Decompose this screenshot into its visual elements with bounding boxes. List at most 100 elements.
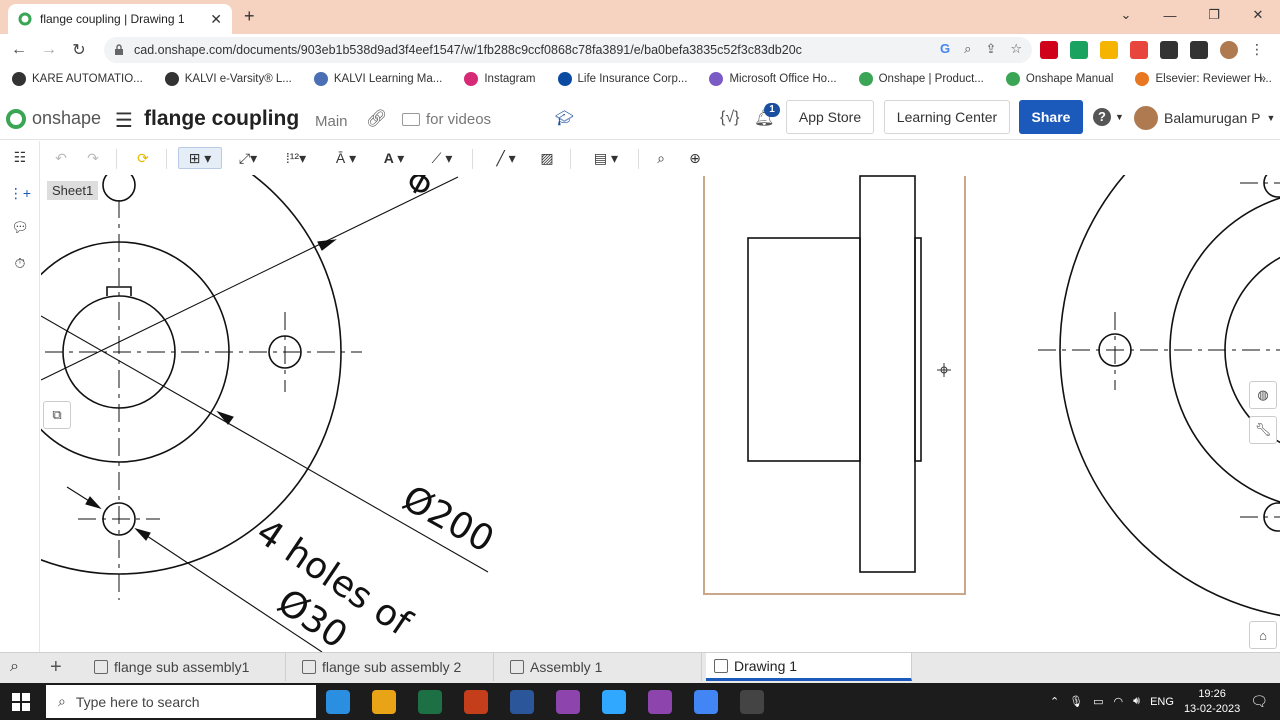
section-view-icon[interactable]: ⤢▾ [230, 147, 266, 169]
taskbar-app-icon[interactable] [556, 690, 580, 714]
bookmark-item[interactable]: Microsoft Office Ho... [709, 72, 837, 86]
redo-icon[interactable]: ↷ [82, 147, 104, 169]
minimize-icon[interactable]: — [1148, 8, 1192, 23]
clock[interactable]: 19:26 13-02-2023 [1184, 687, 1240, 717]
wifi-icon[interactable]: ◠ [1114, 695, 1124, 708]
tab-flange-sub-assembly1[interactable]: flange sub assembly1 [86, 653, 286, 681]
taskbar-app-icon[interactable] [694, 690, 718, 714]
new-tab-icon[interactable]: + [244, 6, 255, 27]
bookmark-item[interactable]: Onshape Manual [1005, 72, 1114, 86]
history-icon[interactable]: ⏱︎ [10, 253, 30, 273]
measure-icon[interactable]: ⌂ [1249, 621, 1277, 649]
extension-icon[interactable] [1040, 41, 1058, 59]
wrench-icon[interactable]: 🔧︎ [1249, 416, 1277, 444]
onshape-logo[interactable]: onshape [6, 108, 101, 129]
zoom-to-fit-icon[interactable]: ⌕ [650, 147, 672, 169]
grammarly-icon[interactable] [1070, 41, 1088, 59]
windows-start-icon[interactable] [12, 693, 30, 711]
text-icon[interactable]: A ▾ [376, 147, 412, 169]
appearance-icon[interactable]: ◍ [1249, 381, 1277, 409]
user-menu[interactable]: Balamurugan P ▼ [1134, 106, 1275, 130]
feature-list-icon[interactable]: ☷ [10, 147, 30, 167]
bookmark-item[interactable]: KALVI Learning Ma... [313, 72, 442, 86]
help-icon[interactable]: ? [1093, 108, 1111, 126]
app-store-button[interactable]: App Store [786, 100, 874, 134]
reload-icon[interactable]: ↻ [64, 40, 94, 60]
drawing-canvas[interactable]: Ø200 4 holes of Ø30 Φ [41, 175, 1280, 652]
add-tool-icon[interactable]: ⋮+ [9, 183, 31, 203]
forward-icon[interactable]: → [34, 41, 64, 59]
folder-link[interactable]: for videos [402, 111, 491, 128]
drive-icon[interactable] [1100, 41, 1118, 59]
close-window-icon[interactable]: ✕ [1236, 7, 1280, 23]
language-indicator[interactable]: ENG [1150, 696, 1174, 708]
taskbar-app-icon[interactable] [648, 690, 672, 714]
hatch-icon[interactable]: ▨ [536, 147, 558, 169]
battery-icon[interactable]: ▭ [1093, 695, 1103, 708]
learning-hat-icon[interactable]: 🎓︎ [555, 109, 574, 127]
extension-icon[interactable] [1130, 41, 1148, 59]
taskbar-app-icon[interactable] [602, 690, 626, 714]
back-icon[interactable]: ← [4, 41, 34, 59]
bookmark-item[interactable]: KARE AUTOMATIO... [12, 72, 143, 86]
variables-icon[interactable]: {√} [720, 109, 739, 127]
puzzle-icon[interactable] [1160, 41, 1178, 59]
left-rail: ☷ ⋮+ 💬︎ ⏱︎ ⌕ [0, 141, 40, 683]
add-tab-icon[interactable]: + [50, 656, 62, 679]
undo-icon[interactable]: ↶ [50, 147, 72, 169]
browser-tab-title: flange coupling | Drawing 1 [40, 12, 185, 26]
url-field[interactable]: cad.onshape.com/documents/903eb1b538d9ad… [104, 37, 1032, 63]
taskbar-app-icon[interactable] [372, 690, 396, 714]
zoom-window-icon[interactable]: ⊕ [684, 147, 706, 169]
sheet-tab[interactable]: Sheet1 [47, 181, 99, 200]
bookmark-item[interactable]: Instagram [464, 72, 536, 86]
link-icon[interactable]: 🔗︎ [366, 109, 388, 129]
bookmark-item[interactable]: Elsevier: Reviewer H... [1135, 72, 1272, 86]
bookmark-item[interactable]: KALVI e-Varsity® L... [164, 72, 292, 86]
bookmark-item[interactable]: Life Insurance Corp... [557, 72, 687, 86]
learning-center-button[interactable]: Learning Center [884, 100, 1010, 134]
google-icon[interactable]: G [940, 41, 950, 57]
tray-overflow-icon[interactable]: ⌃ [1050, 695, 1059, 708]
tab-drawing-1[interactable]: Drawing 1 [706, 653, 912, 681]
chevron-down-icon[interactable]: ⌄ [1104, 7, 1148, 23]
taskbar-app-icon[interactable] [418, 690, 442, 714]
share-page-icon[interactable]: ⇪ [985, 41, 996, 57]
dxf-export-icon[interactable]: ▤ ▾ [586, 147, 626, 169]
sidepanel-icon[interactable] [1190, 41, 1208, 59]
hamburger-menu-icon[interactable]: ☰ [115, 108, 133, 133]
centerline-icon[interactable]: ⟋ ▾ [422, 147, 462, 169]
tab-flange-sub-assembly-2[interactable]: flange sub assembly 2 [294, 653, 494, 681]
update-icon[interactable]: ⟳ [132, 147, 154, 169]
browser-tab[interactable]: flange coupling | Drawing 1 ✕ [8, 4, 232, 34]
taskbar-app-icon[interactable] [510, 690, 534, 714]
dimension-icon[interactable]: ⁞¹²▾ [276, 147, 316, 169]
comments-icon[interactable]: 💬︎ [10, 217, 30, 237]
branch-label[interactable]: Main [315, 113, 348, 130]
help-dropdown-icon[interactable]: ▼ [1115, 112, 1124, 122]
share-button[interactable]: Share [1019, 100, 1083, 134]
bookmark-star-icon[interactable]: ☆ [1010, 41, 1022, 57]
close-tab-icon[interactable]: ✕ [210, 11, 222, 28]
bookmark-item[interactable]: Onshape | Product... [858, 72, 984, 86]
more-menu-icon[interactable]: ⋮ [1250, 41, 1264, 59]
bookmark-label: Onshape Manual [1025, 73, 1114, 85]
volume-icon[interactable]: 🔊︎ [1133, 695, 1140, 708]
note-icon[interactable]: Ā ▾ [326, 147, 366, 169]
insert-view-icon[interactable]: ⊞ ▾ [178, 147, 222, 169]
taskbar-app-icon[interactable] [326, 690, 350, 714]
tab-assembly-1[interactable]: Assembly 1 [502, 653, 702, 681]
taskbar-search-field[interactable]: ⌕ Type here to search [46, 685, 316, 718]
taskbar-app-icon[interactable] [740, 690, 764, 714]
taskbar-app-icon[interactable] [464, 690, 488, 714]
view-layers-icon[interactable]: ⧉ [43, 401, 71, 429]
profile-avatar[interactable] [1220, 41, 1238, 59]
tab-search-icon[interactable]: ⌕ [10, 658, 19, 676]
bookmarks-overflow-icon[interactable]: » [1259, 71, 1266, 85]
document-title[interactable]: flange coupling [144, 107, 299, 131]
zoom-icon[interactable]: ⌕ [964, 41, 971, 57]
notifications-icon[interactable]: 🗨︎ [1250, 693, 1268, 710]
maximize-icon[interactable]: ❐ [1192, 7, 1236, 23]
line-icon[interactable]: ╱ ▾ [486, 147, 526, 169]
microphone-icon[interactable]: 🎙︎ [1069, 695, 1083, 708]
